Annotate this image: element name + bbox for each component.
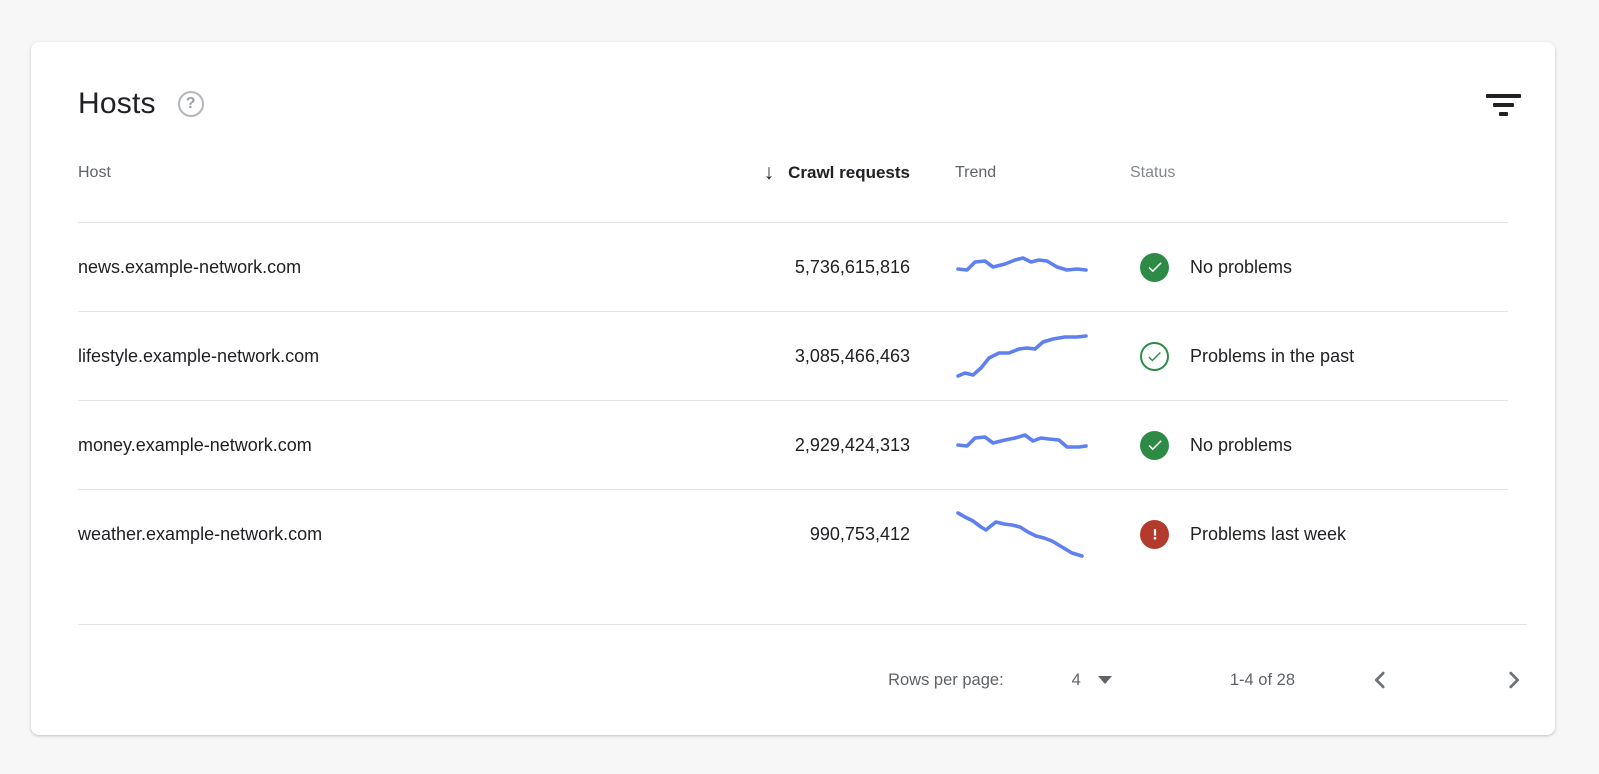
crawl-requests-value: 5,736,615,816: [794, 256, 910, 277]
table-row[interactable]: news.example-network.com 5,736,615,816 N…: [78, 222, 1508, 311]
chevron-right-icon: [1509, 671, 1520, 689]
trend-sparkline: [910, 243, 1130, 291]
host-name: money.example-network.com: [78, 434, 312, 455]
trend-sparkline: [910, 421, 1130, 469]
filter-icon-bar: [1492, 103, 1514, 107]
rows-per-page-value: 4: [1071, 670, 1081, 689]
next-page-button[interactable]: [1501, 667, 1527, 693]
check-circle-icon: [1140, 430, 1169, 460]
column-header-crawl-requests[interactable]: ↓ Crawl requests: [670, 161, 910, 185]
column-header-trend[interactable]: Trend: [910, 164, 1130, 182]
page-title: Hosts: [78, 87, 156, 120]
filter-icon[interactable]: [1485, 90, 1521, 120]
table-row[interactable]: money.example-network.com 2,929,424,313 …: [78, 400, 1508, 489]
status-label: No problems: [1190, 434, 1293, 455]
previous-page-button[interactable]: [1367, 667, 1393, 693]
host-name: lifestyle.example-network.com: [78, 345, 320, 366]
status-label: Problems in the past: [1190, 345, 1355, 366]
column-header-crawl-requests-label: Crawl requests: [788, 163, 910, 182]
column-header-status[interactable]: Status: [1130, 164, 1508, 182]
pagination-bar: Rows per page: 4 1-4 of 28: [78, 624, 1527, 735]
table-header-row: Host ↓ Crawl requests Trend Status: [78, 124, 1508, 222]
crawl-requests-value: 2,929,424,313: [794, 434, 910, 455]
filter-icon-bar: [1485, 94, 1521, 98]
check-circle-icon: [1140, 252, 1169, 282]
status-cell: No problems: [1130, 252, 1508, 282]
filter-icon-bar: [1498, 112, 1508, 116]
chevron-left-icon: [1374, 671, 1385, 689]
card-header: Hosts ?: [78, 84, 1508, 124]
crawl-requests-value: 990,753,412: [809, 523, 910, 544]
check-circle-outline-icon: [1140, 341, 1169, 371]
crawl-requests-value: 3,085,466,463: [794, 345, 910, 366]
sort-descending-icon: ↓: [763, 161, 775, 184]
help-icon-glyph: ?: [185, 95, 196, 112]
rows-per-page-label: Rows per page:: [888, 670, 1004, 689]
rows-per-page-select[interactable]: 4: [1072, 671, 1112, 690]
status-label: No problems: [1190, 256, 1293, 277]
status-cell: Problems in the past: [1130, 341, 1508, 371]
status-cell: Problems last week: [1130, 519, 1508, 549]
column-header-host[interactable]: Host: [78, 164, 670, 182]
trend-sparkline: [910, 332, 1130, 380]
table-row[interactable]: weather.example-network.com 990,753,412 …: [78, 489, 1508, 578]
table-row[interactable]: lifestyle.example-network.com 3,085,466,…: [78, 311, 1508, 400]
hosts-card: Hosts ? Host ↓ Crawl requests Trend Stat…: [31, 42, 1555, 735]
host-name: weather.example-network.com: [78, 523, 323, 544]
pagination-range-label: 1-4 of 28: [1229, 670, 1295, 689]
trend-sparkline: [910, 510, 1130, 558]
status-cell: No problems: [1130, 430, 1508, 460]
help-icon[interactable]: ?: [177, 91, 204, 117]
dropdown-arrow-icon: [1097, 676, 1112, 684]
host-name: news.example-network.com: [78, 256, 302, 277]
status-label: Problems last week: [1190, 523, 1347, 544]
error-icon: [1140, 519, 1169, 549]
